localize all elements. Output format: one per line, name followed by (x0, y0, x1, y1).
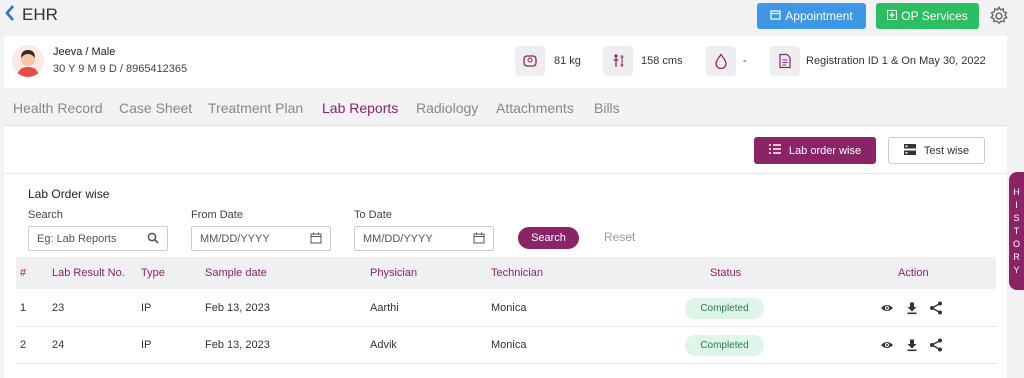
row-sample-date: Feb 13, 2023 (205, 339, 270, 351)
column-header-status: Status (710, 267, 742, 279)
status-badge: Completed (685, 335, 764, 356)
patient-height: 158 cms (641, 55, 683, 67)
patient-details: 30 Y 9 M 9 D / 8965412365 (53, 63, 188, 75)
history-tab-letter: S (1013, 212, 1020, 223)
lab-order-wise-label: Lab order wise (788, 144, 862, 157)
lab-reports-panel: Lab order wise Test wise Lab Order wise … (4, 125, 1007, 378)
column-header-index: # (20, 267, 27, 279)
search-input[interactable]: Eg: Lab Reports (28, 226, 168, 251)
history-tab-letter: H (1013, 186, 1020, 197)
view-toggle-bar: Lab order wise Test wise (4, 126, 1007, 174)
column-header-action: Action (898, 267, 929, 279)
tab-case-sheet[interactable]: Case Sheet (119, 100, 192, 116)
column-header-sample-date: Sample date (205, 267, 267, 279)
history-tab-letter: O (1012, 238, 1020, 249)
plus-icon (887, 9, 898, 23)
search-label: Search (28, 209, 63, 221)
from-date-label: From Date (191, 209, 243, 221)
tab-attachments[interactable]: Attachments (496, 100, 574, 116)
row-sample-date: Feb 13, 2023 (205, 302, 270, 314)
row-index: 1 (20, 302, 27, 314)
row-result-no: 24 (52, 339, 65, 351)
test-wise-label: Test wise (923, 144, 970, 157)
row-result-no: 23 (52, 302, 65, 314)
gear-icon[interactable] (988, 5, 1010, 27)
calendar-icon[interactable] (310, 232, 322, 247)
history-tab-letter: R (1013, 251, 1020, 262)
patient-blood-group: - (743, 55, 747, 67)
calendar-icon[interactable] (473, 232, 485, 247)
to-date-placeholder: MM/DD/YYYY (363, 232, 433, 245)
history-tab-letter: I (1015, 199, 1018, 210)
to-date-field[interactable]: MM/DD/YYYY (354, 226, 494, 251)
row-technician: Monica (491, 302, 527, 314)
registration-info: Registration ID 1 & On May 30, 2022 (806, 55, 986, 67)
scale-icon (515, 46, 545, 76)
table-header: # Lab Result No. Type Sample date Physic… (16, 257, 996, 289)
tab-treatment-plan[interactable]: Treatment Plan (208, 100, 303, 116)
app-title: EHR (22, 5, 58, 24)
share-icon[interactable] (929, 338, 943, 352)
row-index: 2 (20, 339, 27, 351)
appointment-button-label: Appointment (785, 9, 853, 23)
row-technician: Monica (491, 339, 527, 351)
patient-weight: 81 kg (554, 55, 581, 67)
section-title: Lab Order wise (28, 187, 110, 201)
eye-icon[interactable] (880, 338, 894, 352)
top-bar: EHR Appointment OP Services (0, 0, 1024, 34)
tab-lab-reports[interactable]: Lab Reports (322, 100, 398, 116)
download-icon[interactable] (905, 301, 919, 315)
height-icon (603, 46, 633, 76)
column-header-technician: Technician (491, 267, 543, 279)
search-placeholder: Eg: Lab Reports (37, 232, 117, 245)
column-header-type: Type (141, 267, 165, 279)
patient-summary: Jeeva / Male 30 Y 9 M 9 D / 8965412365 8… (4, 36, 1007, 88)
share-icon[interactable] (929, 301, 943, 315)
reset-button[interactable]: Reset (604, 230, 635, 244)
op-services-button-label: OP Services (901, 9, 968, 23)
row-type: IP (141, 302, 152, 314)
eye-icon[interactable] (880, 301, 894, 315)
appointment-button[interactable]: Appointment (757, 3, 866, 29)
history-side-tab[interactable]: HISTORY (1009, 172, 1024, 290)
search-icon[interactable] (147, 232, 159, 247)
tab-bills[interactable]: Bills (594, 100, 620, 116)
search-button[interactable]: Search (518, 227, 579, 249)
history-tab-letter: T (1013, 225, 1020, 236)
from-date-field[interactable]: MM/DD/YYYY (191, 226, 331, 251)
avatar (12, 45, 44, 77)
status-badge: Completed (685, 298, 764, 319)
row-type: IP (141, 339, 152, 351)
column-header-result-no: Lab Result No. (52, 267, 125, 279)
patient-name: Jeeva / Male (53, 46, 116, 58)
from-date-placeholder: MM/DD/YYYY (200, 232, 270, 245)
back-arrow-icon[interactable] (4, 4, 16, 27)
table-row: 2 24 IP Feb 13, 2023 Advik Monica Comple… (16, 327, 996, 364)
to-date-label: To Date (354, 209, 392, 221)
download-icon[interactable] (905, 338, 919, 352)
grid-icon (903, 143, 916, 158)
op-services-button[interactable]: OP Services (876, 3, 979, 29)
row-physician: Aarthi (370, 302, 399, 314)
column-header-physician: Physician (370, 267, 418, 279)
list-icon (768, 144, 781, 157)
lab-order-wise-button[interactable]: Lab order wise (754, 137, 876, 164)
tab-health-record[interactable]: Health Record (13, 100, 103, 116)
table-row: 1 23 IP Feb 13, 2023 Aarthi Monica Compl… (16, 290, 996, 327)
test-wise-button[interactable]: Test wise (888, 137, 985, 164)
row-physician: Advik (370, 339, 397, 351)
calendar-icon (770, 9, 781, 23)
tab-radiology[interactable]: Radiology (416, 100, 478, 116)
history-tab-letter: Y (1013, 264, 1020, 275)
blood-drop-icon (706, 46, 736, 76)
document-icon (770, 46, 800, 76)
